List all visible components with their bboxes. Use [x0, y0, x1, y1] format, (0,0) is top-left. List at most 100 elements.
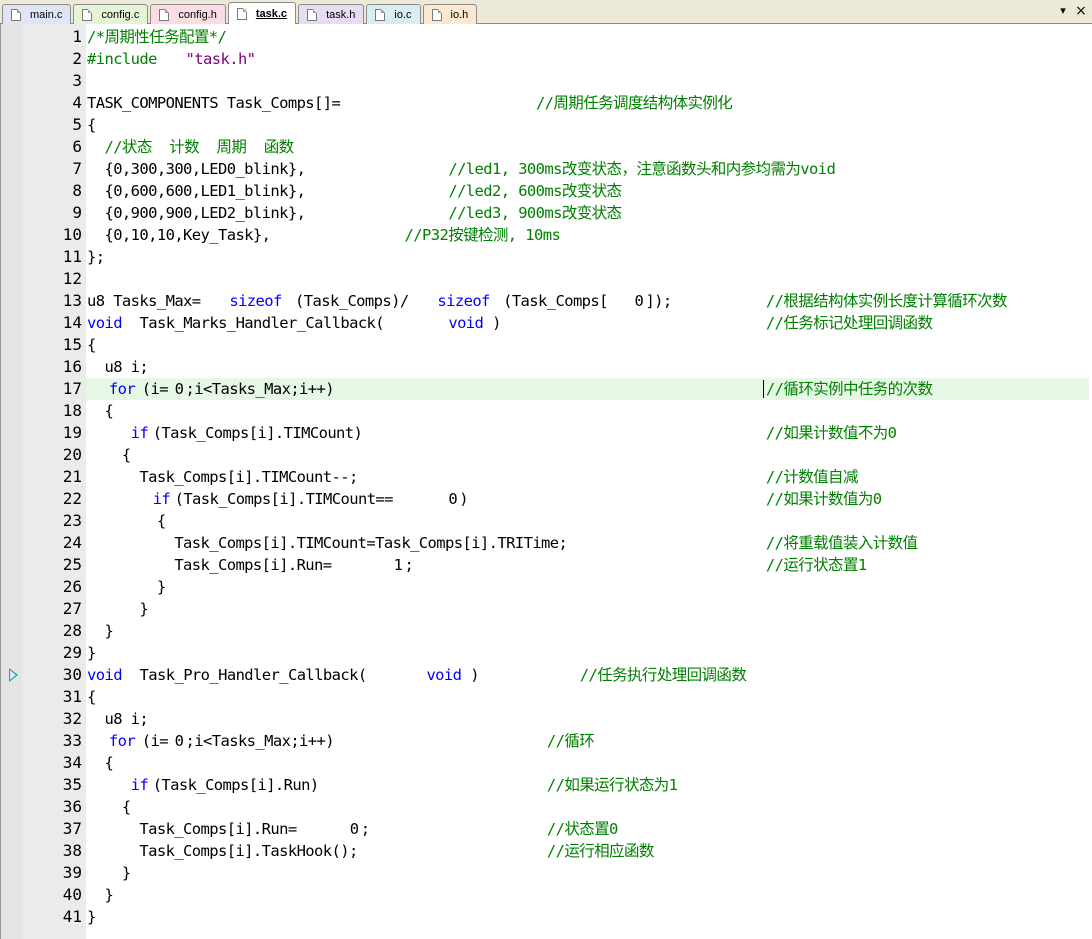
code-line[interactable]: 34 { — [1, 752, 1092, 774]
code-line[interactable]: 20 { — [1, 444, 1092, 466]
code-line[interactable]: 33 for (i= 0 ;i<Tasks_Max;i++) //循环 — [1, 730, 1092, 752]
code-text[interactable] — [86, 70, 1089, 92]
code-comment: //状态置0 — [546, 820, 619, 838]
code-line[interactable]: 41} — [1, 906, 1092, 928]
code-line[interactable]: 40 } — [1, 884, 1092, 906]
code-line[interactable]: 11}; — [1, 246, 1092, 268]
code-line[interactable]: 21 Task_Comps[i].TIMCount--; //计数值自减 — [1, 466, 1092, 488]
code-line[interactable]: 6 //状态 计数 周期 函数 — [1, 136, 1092, 158]
code-text[interactable]: }; — [86, 246, 1089, 268]
line-number: 14 — [62, 313, 82, 332]
code-text[interactable]: { — [86, 510, 1089, 532]
code-text[interactable]: u8 i; — [86, 708, 1089, 730]
code-text[interactable]: for (i= 0 ;i<Tasks_Max;i++) //循环实例中任务的次数 — [86, 378, 1089, 400]
code-editor[interactable]: 1/*周期性任务配置*/2 #include "task.h" 3 4 TASK_COM… — [0, 24, 1092, 939]
code-text[interactable]: {0,300,300,LED0_blink}, //led1, 300ms改变状态… — [86, 158, 1089, 180]
code-text[interactable]: { — [86, 752, 1089, 774]
tab-file[interactable]: io.h — [422, 4, 478, 24]
code-text[interactable]: { — [86, 444, 1089, 466]
bookmark-icon[interactable] — [9, 668, 18, 682]
code-line[interactable]: 35 if (Task_Comps[i].Run) //如果运行状态为1 — [1, 774, 1092, 796]
code-text[interactable]: {0,600,600,LED1_blink}, //led2, 600ms改变状态 — [86, 180, 1089, 202]
code-text[interactable]: void Task_Pro_Handler_Callback(void) //任务… — [86, 664, 1089, 686]
tab-file[interactable]: io.c — [366, 4, 421, 24]
tab-file[interactable]: config.c — [73, 4, 149, 24]
code-line[interactable]: 24 Task_Comps[i].TIMCount=Task_Comps[i].… — [1, 532, 1092, 554]
code-line[interactable]: 32 u8 i; — [1, 708, 1092, 730]
code-line[interactable]: 28 } — [1, 620, 1092, 642]
code-line[interactable]: 31 { — [1, 686, 1092, 708]
code-line[interactable]: 37 Task_Comps[i].Run= 0; //状态置0 — [1, 818, 1092, 840]
code-line[interactable]: 29} — [1, 642, 1092, 664]
code-token: (i= — [141, 732, 169, 750]
code-text[interactable]: } — [86, 642, 1089, 664]
code-line[interactable]: 13 u8 Tasks_Max= sizeof (Task_Comps)/ sizeof… — [1, 290, 1092, 312]
code-line[interactable]: 15 { — [1, 334, 1092, 356]
code-text[interactable]: TASK_COMPONENTS Task_Comps[]= //周期任务调度结构体… — [86, 92, 1089, 114]
tab-file[interactable]: task.h — [298, 4, 365, 24]
code-line[interactable]: 4 TASK_COMPONENTS Task_Comps[]= //周期任务调度结构… — [1, 92, 1092, 114]
code-text[interactable]: Task_Comps[i].TIMCount=Task_Comps[i].TRI… — [86, 532, 1089, 554]
code-line[interactable]: 12 — [1, 268, 1092, 290]
code-text[interactable]: { — [86, 334, 1089, 356]
code-line[interactable]: 26 } — [1, 576, 1092, 598]
close-tab-icon[interactable]: × — [1074, 4, 1088, 18]
code-line[interactable]: 18 { — [1, 400, 1092, 422]
code-text[interactable]: Task_Comps[i].TaskHook(); //运行相应函数 — [86, 840, 1089, 862]
code-text[interactable]: #include "task.h" — [86, 48, 1089, 70]
code-text[interactable]: } — [86, 862, 1089, 884]
code-line[interactable]: 7 {0,300,300,LED0_blink}, //led1, 300ms改变… — [1, 158, 1092, 180]
code-line[interactable]: 36 { — [1, 796, 1092, 818]
tab-file[interactable]: config.h — [150, 4, 226, 24]
code-line[interactable]: 9 {0,900,900,LED2_blink}, //led3, 900ms改变… — [1, 202, 1092, 224]
code-text[interactable] — [86, 268, 1089, 290]
code-line[interactable]: 19 if (Task_Comps[i].TIMCount) //如果计数值不为0 — [1, 422, 1092, 444]
code-text[interactable]: { — [86, 400, 1089, 422]
code-line[interactable]: 5{ — [1, 114, 1092, 136]
code-comment: //led3, 900ms改变状态 — [448, 204, 622, 222]
code-text[interactable]: Task_Comps[i].TIMCount--; //计数值自减 — [86, 466, 1089, 488]
code-line[interactable]: 3 — [1, 70, 1092, 92]
tab-list-dropdown-icon[interactable]: ▾ — [1056, 4, 1070, 18]
code-text[interactable]: if (Task_Comps[i].TIMCount) //如果计数值不为0 — [86, 422, 1089, 444]
code-text[interactable]: } — [86, 884, 1089, 906]
code-text[interactable]: {0,10,10,Key_Task}, //P32按键检测, 10ms — [86, 224, 1089, 246]
code-text[interactable]: Task_Comps[i].Run= 0; //状态置0 — [86, 818, 1089, 840]
code-text[interactable]: void Task_Marks_Handler_Callback(void) //… — [86, 312, 1089, 334]
code-text[interactable]: u8 Tasks_Max= sizeof (Task_Comps)/ sizeof (T… — [86, 290, 1089, 312]
code-text[interactable]: } — [86, 598, 1089, 620]
code-line[interactable]: 14 void Task_Marks_Handler_Callback(void)… — [1, 312, 1092, 334]
code-line[interactable]: 25 Task_Comps[i].Run= 1; //运行状态置1 — [1, 554, 1092, 576]
tab-file[interactable]: task.c — [227, 2, 297, 24]
code-line[interactable]: 16 u8 i; — [1, 356, 1092, 378]
code-line[interactable]: 23 { — [1, 510, 1092, 532]
code-line[interactable]: 22 if (Task_Comps[i].TIMCount== 0) //如果计数值为… — [1, 488, 1092, 510]
document-icon — [431, 8, 442, 21]
code-line[interactable]: 1 /*周期性任务配置*/ — [1, 26, 1092, 48]
code-text[interactable]: } — [86, 620, 1089, 642]
code-text[interactable]: u8 i; — [86, 356, 1089, 378]
code-line[interactable]: 10 {0,10,10,Key_Task}, //P32按键检测, 10ms — [1, 224, 1092, 246]
code-line[interactable]: 17 for (i= 0 ;i<Tasks_Max;i++) //循环实例中任务的次数 — [1, 378, 1092, 400]
code-text[interactable]: } — [86, 576, 1089, 598]
code-line[interactable]: 39 } — [1, 862, 1092, 884]
code-line[interactable]: 38 Task_Comps[i].TaskHook(); //运行相应函数 — [1, 840, 1092, 862]
tab-file[interactable]: main.c — [2, 4, 72, 24]
code-text[interactable]: /*周期性任务配置*/ — [86, 26, 1089, 48]
code-text[interactable]: { — [86, 686, 1089, 708]
code-text[interactable]: if (Task_Comps[i].TIMCount== 0) //如果计数值为0 — [86, 488, 1089, 510]
code-line[interactable]: 8 {0,600,600,LED1_blink}, //led2, 600ms改变… — [1, 180, 1092, 202]
code-text[interactable]: if (Task_Comps[i].Run) //如果运行状态为1 — [86, 774, 1089, 796]
code-line[interactable]: 2 #include "task.h" — [1, 48, 1092, 70]
code-line[interactable]: 27 } — [1, 598, 1092, 620]
code-text[interactable]: //状态 计数 周期 函数 — [86, 136, 1089, 158]
code-line[interactable]: 30 void Task_Pro_Handler_Callback(void) //… — [1, 664, 1092, 686]
code-text[interactable]: Task_Comps[i].Run= 1; //运行状态置1 — [86, 554, 1089, 576]
code-text[interactable]: for (i= 0 ;i<Tasks_Max;i++) //循环 — [86, 730, 1089, 752]
code-text[interactable]: { — [86, 796, 1089, 818]
code-text[interactable]: {0,900,900,LED2_blink}, //led3, 900ms改变状态 — [86, 202, 1089, 224]
code-keyword: if — [130, 424, 149, 442]
code-text[interactable]: { — [86, 114, 1089, 136]
code-text[interactable]: } — [86, 906, 1089, 928]
